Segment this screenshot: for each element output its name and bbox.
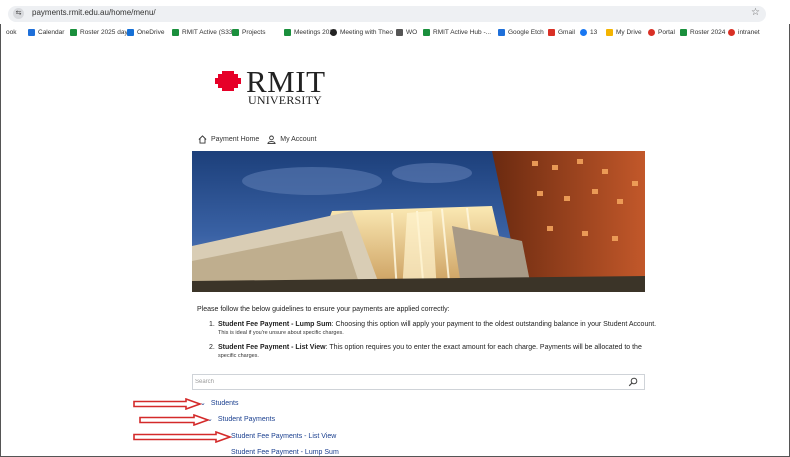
payment-home-link[interactable]: Payment Home [198, 135, 259, 144]
home-icon [198, 135, 207, 144]
bookmark-item[interactable]: Roster 2025 day [70, 29, 128, 36]
bookmark-item[interactable]: Calendar [28, 29, 64, 36]
tree-label-students: Students [210, 399, 239, 407]
tree-label-lump-sum: Student Fee Payment - Lump Sum [231, 449, 339, 456]
payment-home-label: Payment Home [211, 136, 260, 143]
bookmark-favicon-icon [284, 29, 291, 36]
building-photo [192, 151, 645, 292]
bookmark-label: Projects [242, 29, 266, 36]
bookmark-favicon-icon [680, 29, 687, 36]
bookmark-label: My Drive [616, 29, 642, 36]
rmit-pixel-logo-icon [215, 71, 241, 91]
guideline-title: Student Fee Payment - List View [218, 344, 326, 351]
bookmark-item[interactable]: Roster 2024 [680, 29, 725, 36]
guideline-title: Student Fee Payment - Lump Sum [218, 321, 332, 328]
bookmark-favicon-icon [330, 29, 337, 36]
annotation-arrow-icon [139, 414, 210, 426]
hero-banner-image [192, 151, 645, 292]
bookmark-favicon-icon [28, 29, 35, 36]
bookmark-favicon-icon [70, 29, 77, 36]
bookmark-label: Portal [658, 29, 675, 36]
bookmark-label: Calendar [38, 29, 65, 36]
guideline-desc: : Choosing this option will apply your p… [331, 321, 657, 328]
bookmark-item[interactable]: Google Etch [498, 29, 544, 36]
bookmark-label: Roster 2024 [690, 29, 726, 36]
guideline-number: 1. [209, 321, 215, 328]
guideline-desc: : This option requires you to enter the … [325, 344, 642, 351]
tree-item-lump-sum[interactable]: Student Fee Payment - Lump Sum [231, 449, 339, 456]
tree-item-students[interactable]: ⌄ Students [200, 399, 239, 408]
my-account-label: My Account [280, 136, 317, 143]
annotation-arrow-icon [133, 431, 232, 443]
bookmark-favicon-icon [423, 29, 430, 36]
bookmark-favicon-icon [580, 29, 587, 36]
bookmark-star-icon[interactable]: ☆ [751, 7, 760, 18]
tree-label-student-payments: Student Payments [217, 415, 276, 423]
bookmark-favicon-icon [172, 29, 179, 36]
bookmark-item[interactable]: WO [396, 29, 417, 36]
bookmark-item[interactable]: Meetings 2025 [284, 29, 337, 36]
guideline-number: 2. [209, 344, 215, 351]
bookmark-favicon-icon [396, 29, 403, 36]
bookmark-label: RMIT Active (S33) [182, 29, 235, 36]
bookmark-label: Gmail [558, 29, 575, 36]
bookmark-favicon-icon [498, 29, 505, 36]
bookmark-item[interactable]: ook [6, 29, 16, 36]
bookmark-favicon-icon [606, 29, 613, 36]
bookmark-item[interactable]: RMIT Active Hub -... [423, 29, 491, 36]
tree-item-list-view[interactable]: Student Fee Payments - List View [231, 433, 336, 440]
bookmark-favicon-icon [728, 29, 735, 36]
logo-subtitle: UNIVERSITY [248, 93, 322, 107]
search-input[interactable] [195, 376, 615, 388]
bookmarks-bar: ook Calendar Roster 2025 day OneDrive RMIT A… [0, 28, 790, 42]
my-account-link[interactable]: My Account [267, 135, 316, 144]
bookmark-favicon-icon [548, 29, 555, 36]
bookmark-item[interactable]: RMIT Active (S33) [172, 29, 235, 36]
user-icon [267, 135, 276, 144]
address-bar[interactable]: ⇆ payments.rmit.edu.au/home/menu/ ☆ [8, 6, 766, 22]
url-text[interactable]: payments.rmit.edu.au/home/menu/ [32, 8, 156, 17]
guidelines-intro: Please follow the below guidelines to en… [197, 306, 450, 313]
bookmark-label: 13 [590, 29, 598, 36]
annotation-arrow-icon [133, 398, 202, 410]
bookmark-item[interactable]: My Drive [606, 29, 642, 36]
bookmark-label: WO [406, 29, 418, 36]
bookmark-label: OneDrive [137, 29, 165, 36]
browser-toolbar: ⇆ payments.rmit.edu.au/home/menu/ ☆ [0, 0, 790, 24]
guideline-subtext: specific charges. [218, 353, 259, 359]
bookmark-favicon-icon [648, 29, 655, 36]
tree-item-student-payments[interactable]: ⌄ Student Payments [207, 415, 276, 424]
bookmark-label: intranet [738, 29, 760, 36]
site-info-icon[interactable]: ⇆ [13, 8, 24, 19]
bookmark-item[interactable]: intranet [728, 29, 760, 36]
search-box [192, 374, 645, 390]
bookmark-label: RMIT Active Hub -... [433, 29, 492, 36]
bookmark-item[interactable]: Gmail [548, 29, 575, 36]
bookmark-item[interactable]: Projects [232, 29, 265, 36]
top-navigation: Payment Home My Account [198, 135, 324, 144]
bookmark-item[interactable]: OneDrive [127, 29, 164, 36]
search-icon[interactable] [628, 377, 638, 387]
tree-label-list-view: Student Fee Payments - List View [231, 433, 337, 440]
bookmark-label: ook [6, 29, 17, 36]
bookmark-label: Google Etch [508, 29, 544, 36]
bookmark-label: Roster 2025 day [80, 29, 128, 36]
bookmark-favicon-icon [127, 29, 134, 36]
guideline-text: Student Fee Payment - List View: This op… [218, 344, 642, 351]
bookmark-favicon-icon [232, 29, 239, 36]
guideline-subtext: This is ideal if you're unsure about spe… [218, 330, 344, 336]
bookmark-item[interactable]: Portal [648, 29, 675, 36]
bookmark-item[interactable]: 13 [580, 29, 597, 36]
bookmark-item[interactable]: Meeting with Theo [330, 29, 393, 36]
guideline-text: Student Fee Payment - Lump Sum: Choosing… [218, 321, 656, 328]
bookmark-label: Meeting with Theo [340, 29, 393, 36]
